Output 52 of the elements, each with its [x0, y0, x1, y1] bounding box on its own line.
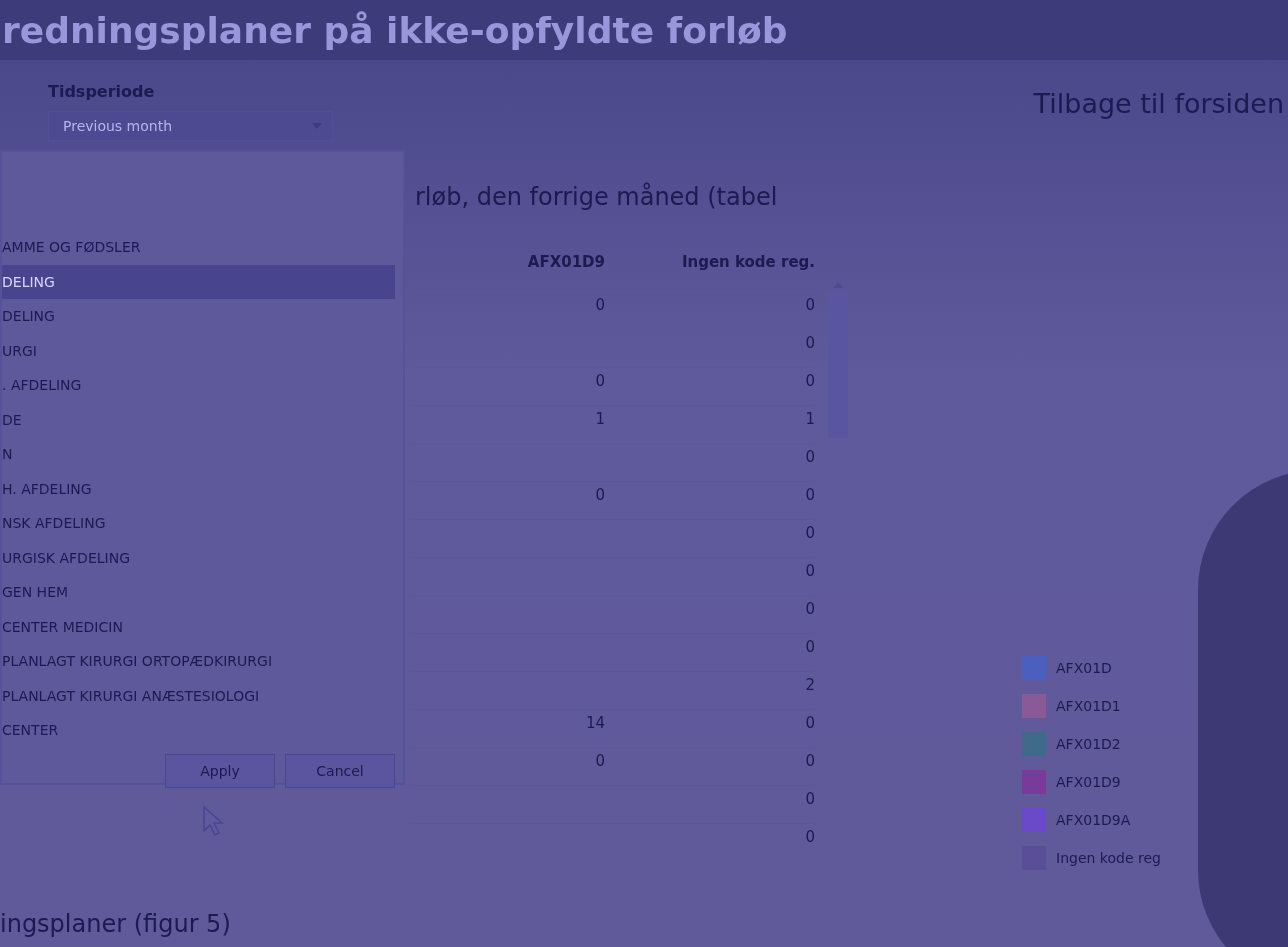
table-cell: 0 — [805, 448, 815, 466]
table-cell: 0 — [805, 790, 815, 808]
table-cell: 0 — [805, 372, 815, 390]
legend-label: AFX01D1 — [1056, 698, 1121, 714]
legend-label: AFX01D9A — [1056, 812, 1131, 828]
popup-item[interactable]: CENTER — [2, 713, 395, 748]
table-cell: 1 — [805, 410, 815, 428]
table-cell: 0 — [595, 752, 605, 770]
legend-label: Ingen kode reg — [1056, 850, 1161, 866]
popup-item[interactable]: GEN HEM — [2, 575, 395, 610]
popup-item[interactable]: URGI — [2, 333, 395, 368]
section-heading: ingsplaner (figur 5) — [0, 910, 231, 938]
popup-item[interactable]: H. AFDELING — [2, 471, 395, 506]
page-title: redningsplaner på ikke-opfyldte forløb — [1, 9, 788, 51]
table-cell: 0 — [805, 828, 815, 846]
popup-item[interactable]: DE — [2, 402, 395, 437]
legend-label: AFX01D — [1056, 660, 1112, 676]
table-cell: 2 — [805, 676, 815, 694]
popup-item[interactable]: N — [2, 437, 395, 472]
popup-button[interactable]: Apply — [165, 753, 275, 788]
filter-label: Tidsperiode — [48, 82, 156, 101]
popup-item[interactable]: URGISK AFDELING — [2, 540, 395, 575]
column-header: Ingen kode reg. — [680, 253, 815, 273]
popup-item[interactable]: AMME OG FØDSLER — [2, 230, 395, 265]
popup-button[interactable]: Cancel — [285, 753, 395, 788]
table-cell: 0 — [805, 638, 815, 656]
legend-label: AFX01D9 — [1056, 774, 1121, 790]
popup-item[interactable]: PLANLAGT KIRURGI ORTOPÆDKIRURGI — [2, 644, 395, 679]
table-cell: 0 — [805, 524, 815, 542]
table-cell: 0 — [805, 562, 815, 580]
table-cell: 0 — [805, 752, 815, 770]
table-cell: 14 — [585, 714, 605, 732]
legend-label: AFX01D2 — [1056, 736, 1121, 752]
column-header: AFX01D9 — [526, 253, 605, 273]
table-cell: 0 — [595, 296, 605, 314]
back-link[interactable]: Tilbage til forsiden — [1033, 60, 1284, 141]
period-dropdown[interactable]: Previous month — [48, 111, 333, 141]
table-cell: 0 — [805, 600, 815, 618]
section-heading: rløb, den forrige måned (tabel — [415, 183, 779, 211]
popup-item[interactable]: DELING — [2, 264, 395, 299]
table-cell: 0 — [805, 334, 815, 352]
table-cell: 0 — [805, 714, 815, 732]
table-cell: 0 — [595, 486, 605, 504]
popup-item[interactable]: NSK AFDELING — [2, 506, 395, 541]
popup-item[interactable]: CENTER MEDICIN — [2, 609, 395, 644]
popup-item[interactable]: DELING — [2, 299, 395, 334]
table-cell: 0 — [805, 486, 815, 504]
popup-item[interactable]: PLANLAGT KIRURGI ANÆSTESIOLOGI — [2, 678, 395, 713]
table-cell: 0 — [805, 296, 815, 314]
popup-item[interactable]: . AFDELING — [2, 368, 395, 403]
table-cell: 0 — [595, 372, 605, 390]
table-cell: 1 — [595, 410, 605, 428]
